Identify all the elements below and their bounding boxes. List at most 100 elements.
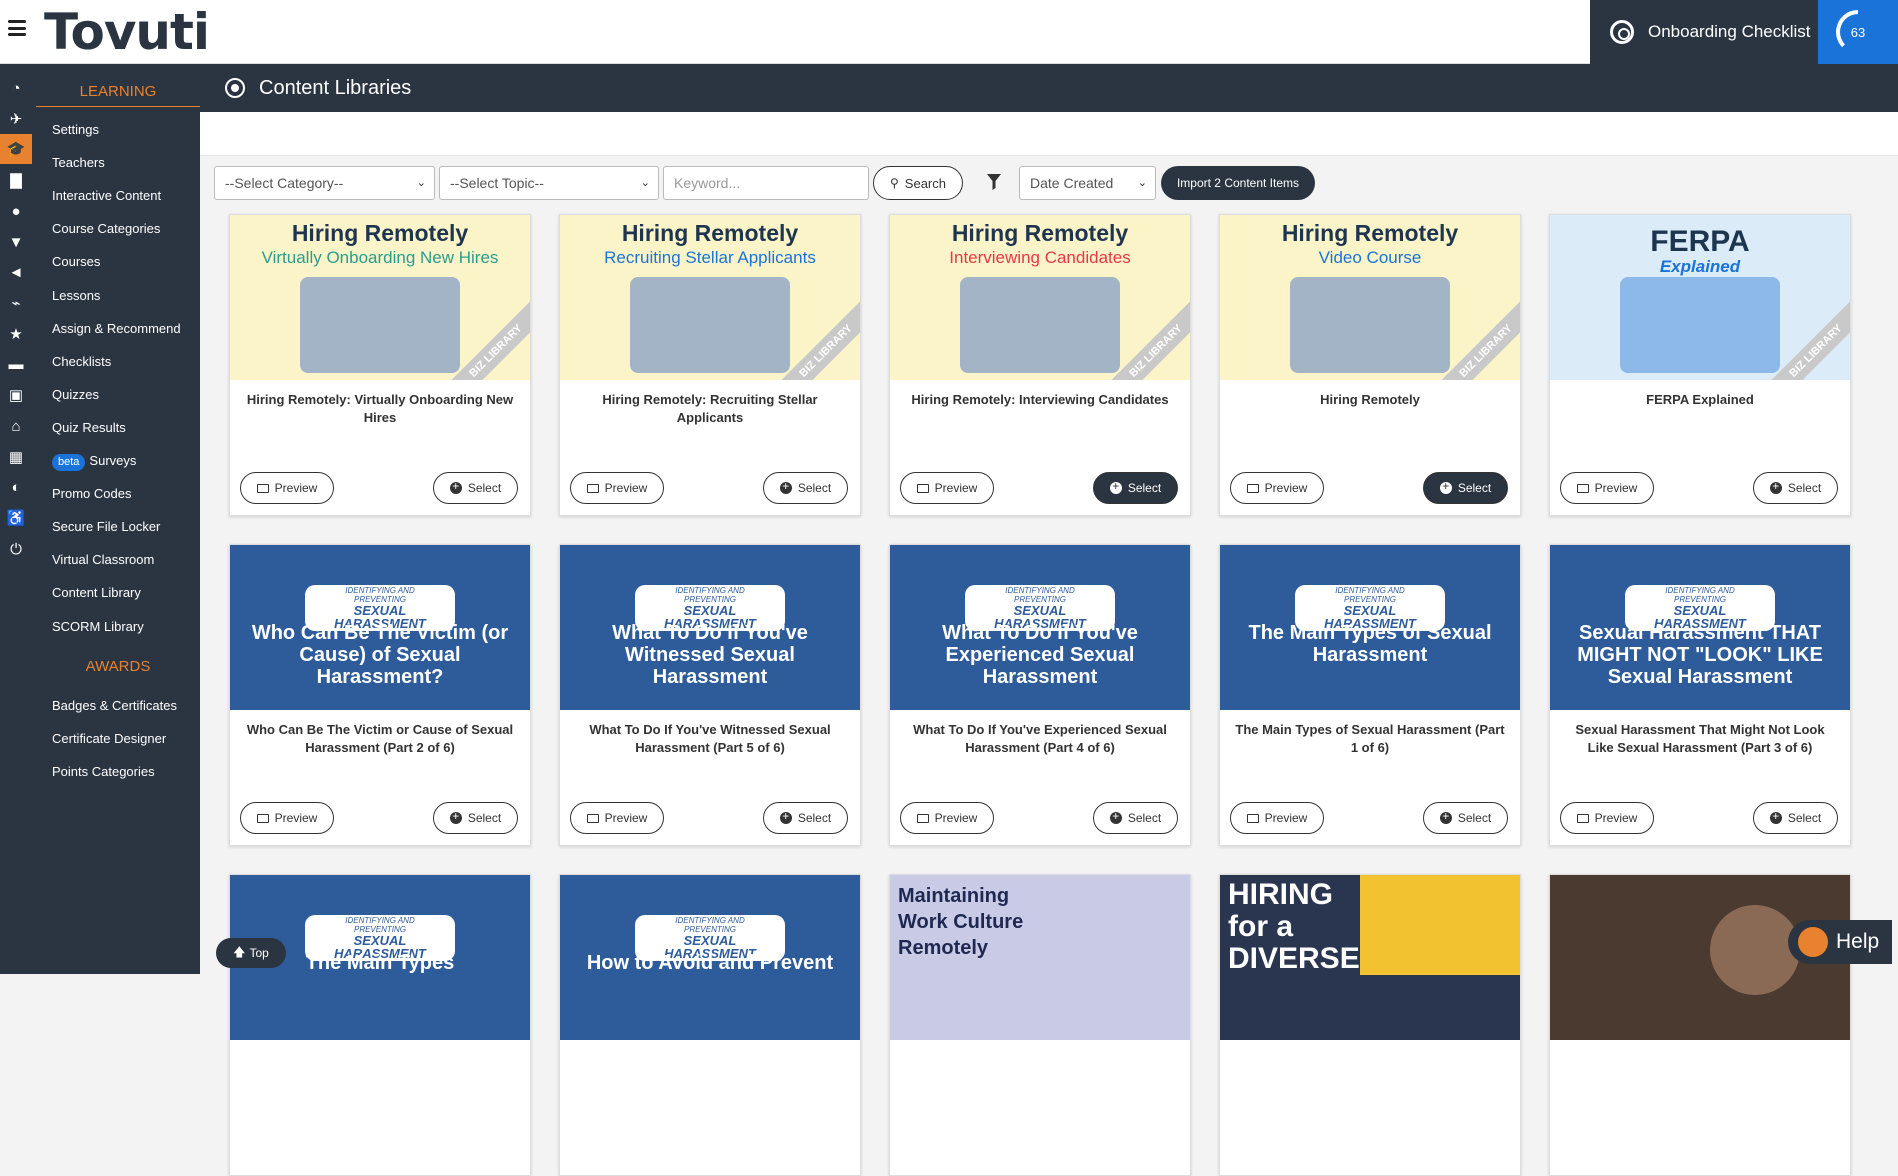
rocket-icon[interactable]: ✈ (6, 109, 26, 129)
select-button[interactable]: Select (1753, 802, 1838, 834)
select-button[interactable]: Select (763, 472, 848, 504)
preview-button[interactable]: Preview (1230, 802, 1324, 834)
card-thumbnail[interactable]: IDENTIFYING AND PREVENTING SEXUAL HARASSM… (1220, 545, 1520, 710)
card-thumbnail[interactable]: Hiring Remotely Recruiting Stellar Applic… (560, 215, 860, 380)
help-button[interactable]: Help (1788, 920, 1892, 964)
preview-button[interactable]: Preview (570, 802, 664, 834)
card-thumbnail[interactable]: IDENTIFYING AND PREVENTING SEXUAL HARASSM… (1550, 545, 1850, 710)
progress-indicator[interactable]: 63 (1818, 0, 1898, 64)
plus-circle-icon (1769, 809, 1782, 824)
card-thumbnail[interactable]: IDENTIFYING AND PREVENTING SEXUAL HARASSM… (560, 875, 860, 1040)
trophy-icon[interactable]: ▼ (6, 232, 26, 252)
calendar-icon[interactable]: ▦ (6, 447, 26, 467)
card-thumbnail[interactable]: IDENTIFYING AND PREVENTING SEXUAL HARASSM… (230, 545, 530, 710)
import-button[interactable]: Import 2 Content Items (1161, 166, 1315, 200)
logo[interactable]: Tovuti (44, 2, 210, 62)
accessibility-icon[interactable]: ♿ (6, 508, 26, 528)
select-button[interactable]: Select (1423, 802, 1508, 834)
keyword-input[interactable]: Keyword... (663, 166, 869, 200)
icon-rail: ◔ ✈ 🎓 ▇ ● ▼ ◄ ⌁ ★ ▬ ▣ ⌂ ▦ ◐ ♿ ⏻ (0, 64, 32, 974)
sidebar-item-scorm-library[interactable]: SCORM Library (52, 610, 144, 643)
preview-button[interactable]: Preview (1230, 472, 1324, 504)
sidebar-item-points-categories[interactable]: Points Categories (52, 755, 155, 788)
sidebar-item-content-library[interactable]: Content Library (52, 576, 141, 609)
chat-icon[interactable]: ◐ (6, 477, 26, 497)
power-icon[interactable]: ⏻ (6, 539, 26, 559)
sidebar-item-secure-file-locker[interactable]: Secure File Locker (52, 510, 160, 543)
sidebar-item-surveys[interactable]: beta Surveys (52, 444, 136, 477)
monitor-icon (586, 813, 599, 823)
onboarding-label: Onboarding Checklist (1648, 22, 1811, 41)
filter-icon[interactable] (986, 173, 1002, 191)
category-select[interactable]: --Select Category-- ⌄ (214, 166, 435, 200)
sidebar-item-quiz-results[interactable]: Quiz Results (52, 411, 126, 444)
sidebar-item-promo-codes[interactable]: Promo Codes (52, 477, 131, 510)
sidebar-item-virtual-classroom[interactable]: Virtual Classroom (52, 543, 154, 576)
card-thumbnail[interactable]: Hiring Remotely Virtually Onboarding New … (230, 215, 530, 380)
sidebar-item-settings[interactable]: Settings (52, 113, 99, 146)
preview-button[interactable]: Preview (240, 472, 334, 504)
search-button[interactable]: ⚲ Search (873, 166, 963, 200)
card-icon[interactable]: ▬ (6, 354, 26, 374)
preview-button[interactable]: Preview (570, 472, 664, 504)
sidebar-item-teachers[interactable]: Teachers (52, 146, 105, 179)
preview-button[interactable]: Preview (900, 802, 994, 834)
chart-icon[interactable]: ▇ (6, 170, 26, 190)
sidebar-item-quizzes[interactable]: Quizzes (52, 378, 99, 411)
star-icon[interactable]: ★ (6, 324, 26, 344)
back-to-top-button[interactable]: 🡅 Top (216, 938, 286, 968)
select-button[interactable]: Select (1093, 472, 1178, 504)
content-card: IDENTIFYING AND PREVENTING SEXUAL HARASSM… (229, 544, 531, 846)
sort-select[interactable]: Date Created ⌄ (1019, 166, 1156, 200)
preview-button[interactable]: Preview (240, 802, 334, 834)
sidebar-item-courses[interactable]: Courses (52, 245, 100, 278)
sidebar-item-checklists[interactable]: Checklists (52, 345, 111, 378)
thumb-illustration (960, 277, 1120, 373)
page-title: Content Libraries (259, 76, 412, 99)
beta-badge: beta (52, 454, 86, 471)
preview-button[interactable]: Preview (900, 472, 994, 504)
select-button[interactable]: Select (433, 802, 518, 834)
topic-select[interactable]: --Select Topic-- ⌄ (439, 166, 659, 200)
sidebar-item-badges-certificates[interactable]: Badges & Certificates (52, 689, 177, 722)
monitor-icon (916, 813, 929, 823)
select-button[interactable]: Select (1093, 802, 1178, 834)
onboarding-checklist-button[interactable]: Onboarding Checklist (1590, 0, 1818, 64)
card-thumbnail[interactable]: IDENTIFYING AND PREVENTING SEXUAL HARASSM… (890, 545, 1190, 710)
plus-circle-icon (1439, 479, 1452, 494)
id-card-icon[interactable]: ▣ (6, 385, 26, 405)
card-thumbnail[interactable]: FERPA Explained BIZ LIBRARY (1550, 215, 1850, 380)
preview-button[interactable]: Preview (1560, 472, 1654, 504)
megaphone-icon[interactable]: ◄ (6, 262, 26, 282)
card-thumbnail[interactable]: HIRING for a DIVERSE (1220, 875, 1520, 1040)
card-thumbnail[interactable]: Maintaining Work Culture Remotely (890, 875, 1190, 1040)
plus-circle-icon (1109, 809, 1122, 824)
select-button[interactable]: Select (1753, 472, 1838, 504)
progress-ring: 63 (1836, 10, 1880, 54)
users-icon[interactable]: ● (6, 201, 26, 221)
sidebar-item-certificate-designer[interactable]: Certificate Designer (52, 722, 166, 755)
plus-circle-icon (1439, 809, 1452, 824)
menu-icon[interactable] (8, 20, 26, 36)
card-thumbnail[interactable]: Hiring Remotely Video Course BIZ LIBRARY (1220, 215, 1520, 380)
preview-button[interactable]: Preview (1560, 802, 1654, 834)
dashboard-icon[interactable]: ◔ (6, 78, 26, 98)
thumb-headline: What To Do If You've Witnessed Sexual Ha… (612, 622, 808, 688)
graduation-cap-icon[interactable]: 🎓 (0, 134, 32, 164)
chevron-down-icon: ⌄ (640, 177, 650, 189)
thumb-illustration (1620, 277, 1780, 373)
monitor-icon (1246, 813, 1259, 823)
thumb-headline: What To Do If You've Experienced Sexual … (942, 622, 1138, 688)
thumb-subheading: Explained (1659, 257, 1741, 276)
select-button[interactable]: Select (763, 802, 848, 834)
select-button[interactable]: Select (433, 472, 518, 504)
rss-icon[interactable]: ⌁ (6, 293, 26, 313)
sidebar-item-course-categories[interactable]: Course Categories (52, 212, 160, 245)
card-thumbnail[interactable]: IDENTIFYING AND PREVENTING SEXUAL HARASSM… (560, 545, 860, 710)
sidebar-item-assign-recommend[interactable]: Assign & Recommend (52, 312, 181, 345)
card-thumbnail[interactable]: Hiring Remotely Interviewing Candidates BI… (890, 215, 1190, 380)
sidebar-item-interactive-content[interactable]: Interactive Content (52, 179, 161, 212)
select-button[interactable]: Select (1423, 472, 1508, 504)
sidebar-item-lessons[interactable]: Lessons (52, 279, 100, 312)
cart-icon[interactable]: ⌂ (6, 416, 26, 436)
